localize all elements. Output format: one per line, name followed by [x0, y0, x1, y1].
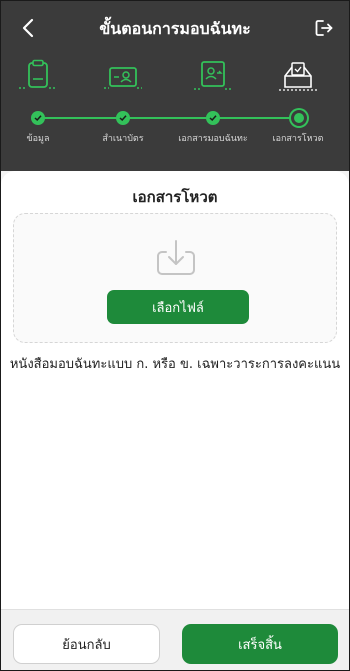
- step-connector: [213, 117, 298, 119]
- footer-actions: ย้อนกลับ เสร็จสิ้น: [1, 609, 349, 670]
- download-box-icon: [157, 240, 195, 275]
- logout-icon: [315, 20, 333, 36]
- check-icon: [209, 115, 217, 122]
- logout-button[interactable]: [311, 15, 337, 41]
- check-icon: [34, 115, 42, 122]
- back-step-button[interactable]: ย้อนกลับ: [13, 624, 160, 664]
- section-title: เอกสารโหวต: [132, 188, 218, 206]
- id-card-icon: [104, 67, 142, 89]
- step-dot-done: [116, 111, 130, 125]
- top-bar: ขั้นตอนการมอบฉันทะ: [1, 1, 349, 53]
- step-dot-done: [206, 111, 220, 125]
- step-label-vote-doc: เอกสารโหวต: [272, 134, 324, 144]
- step-connector: [38, 117, 123, 119]
- finish-button[interactable]: เสร็จสิ้น: [182, 624, 338, 664]
- step-connector: [123, 117, 213, 119]
- step-label-info: ข้อมูล: [26, 134, 50, 144]
- chevron-left-icon: [22, 18, 34, 38]
- document-transfer-icon: [194, 61, 232, 90]
- progress-stepper: ข้อมูล สำเนาบัตร เอกสารมอบฉันทะ เอกสารโห…: [1, 53, 349, 153]
- choose-file-button[interactable]: เลือกไฟล์: [107, 290, 249, 324]
- document-description: หนังสือมอบฉันทะแบบ ก. หรือ ข. เฉพาะวาระก…: [9, 357, 341, 372]
- step-label-proxy-doc: เอกสารมอบฉันทะ: [178, 134, 248, 144]
- app-frame: ขั้นตอนการมอบฉันทะ ข้อมูล สำเนาบัตร เอกส…: [0, 0, 350, 671]
- step-dot-done: [31, 111, 45, 125]
- clipboard-icon: [19, 59, 57, 89]
- check-icon: [119, 115, 127, 122]
- ballot-box-icon: [279, 62, 317, 91]
- page-title: ขั้นตอนการมอบฉันทะ: [99, 19, 251, 38]
- step-label-id-copy: สำเนาบัตร: [102, 134, 144, 144]
- header: ขั้นตอนการมอบฉันทะ ข้อมูล สำเนาบัตร เอกส…: [1, 1, 349, 171]
- content-card: เอกสารโหวต เลือกไฟล์ หนังสือมอบฉันทะแบบ …: [1, 171, 349, 611]
- step-dot-current: [291, 110, 307, 126]
- file-dropzone[interactable]: เลือกไฟล์: [13, 213, 337, 343]
- back-button[interactable]: [15, 15, 41, 41]
